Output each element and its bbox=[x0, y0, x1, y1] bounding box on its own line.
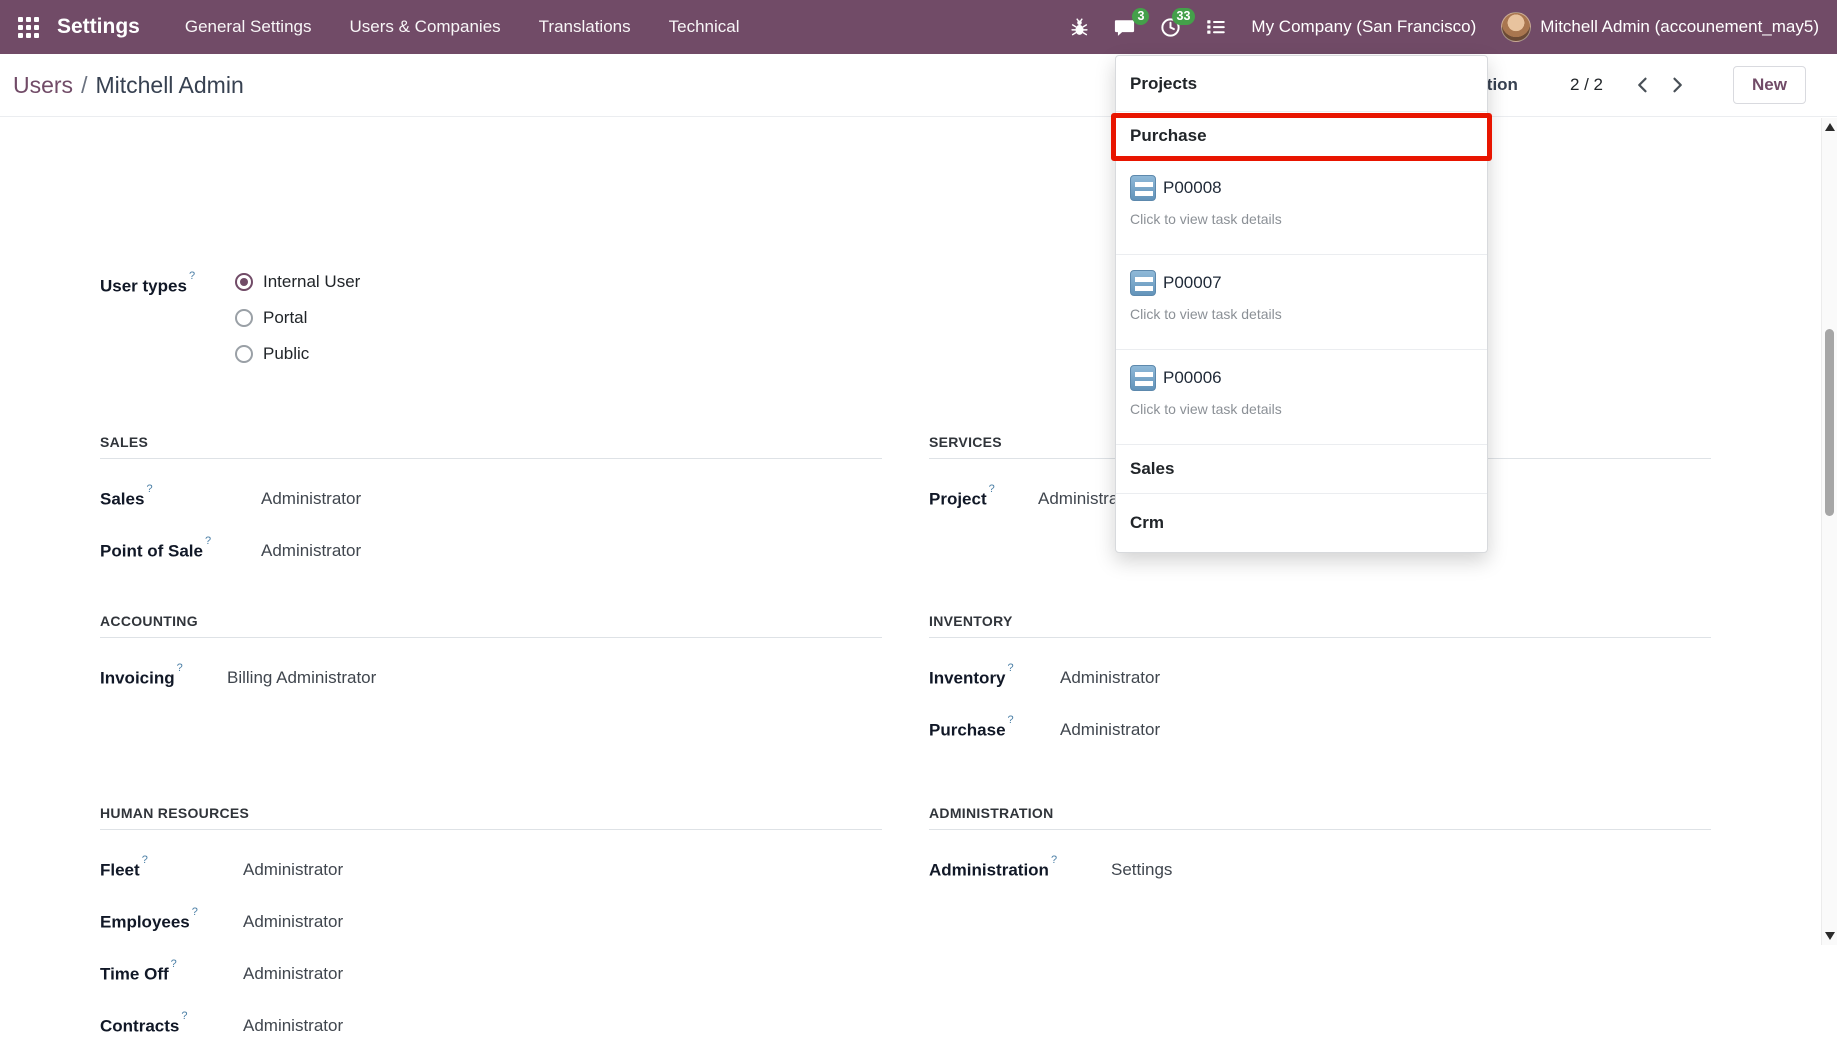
menu-translations[interactable]: Translations bbox=[520, 0, 650, 54]
radio-icon[interactable] bbox=[235, 273, 253, 291]
messages-badge: 3 bbox=[1132, 8, 1149, 25]
help-icon: ? bbox=[989, 483, 995, 495]
field-contracts: Contracts? Administrator bbox=[100, 1000, 882, 1052]
field-inventory-value[interactable]: Administrator bbox=[1060, 668, 1160, 688]
menu-technical[interactable]: Technical bbox=[650, 0, 759, 54]
pager-next-button[interactable] bbox=[1663, 71, 1691, 99]
help-icon: ? bbox=[1051, 854, 1057, 866]
scrollbar[interactable] bbox=[1821, 118, 1837, 945]
task-subtitle: Click to view task details bbox=[1130, 211, 1473, 227]
section-title: INVENTORY bbox=[929, 613, 1711, 638]
scrollbar-up-arrow[interactable] bbox=[1825, 123, 1835, 131]
dropdown-item-purchase[interactable]: Purchase bbox=[1116, 112, 1487, 160]
help-icon: ? bbox=[205, 535, 211, 547]
user-form: User types? Internal User Portal Public … bbox=[0, 118, 1821, 945]
breadcrumb-current: Mitchell Admin bbox=[95, 72, 243, 99]
app-name[interactable]: Settings bbox=[57, 15, 140, 39]
field-administration-value[interactable]: Settings bbox=[1111, 860, 1172, 880]
breadcrumb-users-link[interactable]: Users bbox=[13, 72, 73, 99]
dropdown-task-p00006[interactable]: P00006 Click to view task details bbox=[1116, 350, 1487, 445]
task-subtitle: Click to view task details bbox=[1130, 306, 1473, 322]
avatar[interactable] bbox=[1501, 12, 1531, 42]
dropdown-item-projects[interactable]: Projects bbox=[1116, 56, 1487, 112]
user-menu[interactable]: Mitchell Admin (accounement_may5) bbox=[1540, 17, 1819, 37]
radio-public[interactable]: Public bbox=[235, 336, 360, 372]
scrollbar-down-arrow[interactable] bbox=[1825, 932, 1835, 940]
top-menu: General Settings Users & Companies Trans… bbox=[166, 0, 759, 54]
menu-general-settings[interactable]: General Settings bbox=[166, 0, 331, 54]
field-administration: Administration? Settings bbox=[929, 844, 1711, 896]
field-employees: Employees? Administrator bbox=[100, 896, 882, 948]
field-invoicing: Invoicing? Billing Administrator bbox=[100, 652, 882, 704]
pager-value[interactable]: 2 / 2 bbox=[1570, 75, 1603, 95]
radio-icon[interactable] bbox=[235, 309, 253, 327]
field-time-off-value[interactable]: Administrator bbox=[243, 964, 343, 984]
radio-portal[interactable]: Portal bbox=[235, 300, 360, 336]
section-administration: ADMINISTRATION Administration? Settings bbox=[929, 805, 1711, 896]
section-sales: SALES Sales? Administrator Point of Sale… bbox=[100, 434, 882, 577]
section-inventory: INVENTORY Inventory? Administrator Purch… bbox=[929, 613, 1711, 756]
dropdown-task-p00008[interactable]: P00008 Click to view task details bbox=[1116, 160, 1487, 255]
help-icon: ? bbox=[177, 662, 183, 674]
radio-internal-user[interactable]: Internal User bbox=[235, 264, 360, 300]
dropdown-item-sales[interactable]: Sales bbox=[1116, 445, 1487, 494]
dropdown-task-p00007[interactable]: P00007 Click to view task details bbox=[1116, 255, 1487, 350]
field-time-off: Time Off? Administrator bbox=[100, 948, 882, 1000]
menu-users-companies[interactable]: Users & Companies bbox=[330, 0, 519, 54]
help-icon: ? bbox=[192, 906, 198, 918]
task-card-icon bbox=[1130, 365, 1156, 391]
user-types-label: User types? bbox=[100, 264, 235, 372]
chevron-right-icon bbox=[1667, 75, 1687, 95]
todo-list-icon[interactable] bbox=[1206, 17, 1226, 37]
scrollbar-thumb[interactable] bbox=[1825, 329, 1834, 516]
field-invoicing-value[interactable]: Billing Administrator bbox=[227, 668, 376, 688]
user-types-field: User types? Internal User Portal Public bbox=[100, 264, 882, 372]
messages-icon[interactable]: 3 bbox=[1114, 17, 1135, 38]
help-icon: ? bbox=[142, 854, 148, 866]
field-sales: Sales? Administrator bbox=[100, 473, 882, 525]
help-icon: ? bbox=[1008, 662, 1014, 674]
section-title: ADMINISTRATION bbox=[929, 805, 1711, 830]
field-fleet: Fleet? Administrator bbox=[100, 844, 882, 896]
section-title: SALES bbox=[100, 434, 882, 459]
new-button[interactable]: New bbox=[1733, 66, 1806, 104]
field-contracts-value[interactable]: Administrator bbox=[243, 1016, 343, 1036]
todo-dropdown-menu: Projects Purchase P00008 Click to view t… bbox=[1115, 55, 1488, 553]
field-inventory: Inventory? Administrator bbox=[929, 652, 1711, 704]
field-point-of-sale: Point of Sale? Administrator bbox=[100, 525, 882, 577]
field-fleet-value[interactable]: Administrator bbox=[243, 860, 343, 880]
help-icon: ? bbox=[181, 1010, 187, 1022]
help-icon: ? bbox=[146, 483, 152, 495]
help-icon: ? bbox=[171, 958, 177, 970]
company-switcher[interactable]: My Company (San Francisco) bbox=[1251, 17, 1476, 37]
breadcrumb-separator: / bbox=[81, 72, 87, 99]
task-subtitle: Click to view task details bbox=[1130, 401, 1473, 417]
top-navbar: Settings General Settings Users & Compan… bbox=[0, 0, 1837, 54]
field-purchase: Purchase? Administrator bbox=[929, 704, 1711, 756]
control-panel: Users / Mitchell Admin ⚙ Action 2 / 2 Ne… bbox=[0, 54, 1837, 117]
task-card-icon bbox=[1130, 270, 1156, 296]
systray: 3 33 My Company (San Francisco) Mitchell… bbox=[1070, 12, 1819, 42]
breadcrumb: Users / Mitchell Admin bbox=[13, 72, 244, 99]
section-title: ACCOUNTING bbox=[100, 613, 882, 638]
chevron-left-icon bbox=[1633, 75, 1653, 95]
field-sales-value[interactable]: Administrator bbox=[261, 489, 361, 509]
task-card-icon bbox=[1130, 175, 1156, 201]
radio-icon[interactable] bbox=[235, 345, 253, 363]
field-employees-value[interactable]: Administrator bbox=[243, 912, 343, 932]
debug-bug-icon[interactable] bbox=[1070, 18, 1089, 37]
section-title: HUMAN RESOURCES bbox=[100, 805, 882, 830]
section-human-resources: HUMAN RESOURCES Fleet? Administrator Emp… bbox=[100, 805, 882, 1052]
section-accounting: ACCOUNTING Invoicing? Billing Administra… bbox=[100, 613, 882, 704]
help-icon: ? bbox=[189, 270, 195, 282]
pager-previous-button[interactable] bbox=[1629, 71, 1657, 99]
help-icon: ? bbox=[1008, 714, 1014, 726]
apps-menu-icon[interactable] bbox=[18, 17, 39, 38]
field-point-of-sale-value[interactable]: Administrator bbox=[261, 541, 361, 561]
activities-badge: 33 bbox=[1172, 8, 1196, 25]
field-purchase-value[interactable]: Administrator bbox=[1060, 720, 1160, 740]
dropdown-item-crm[interactable]: Crm bbox=[1116, 494, 1487, 552]
activities-clock-icon[interactable]: 33 bbox=[1160, 17, 1181, 38]
